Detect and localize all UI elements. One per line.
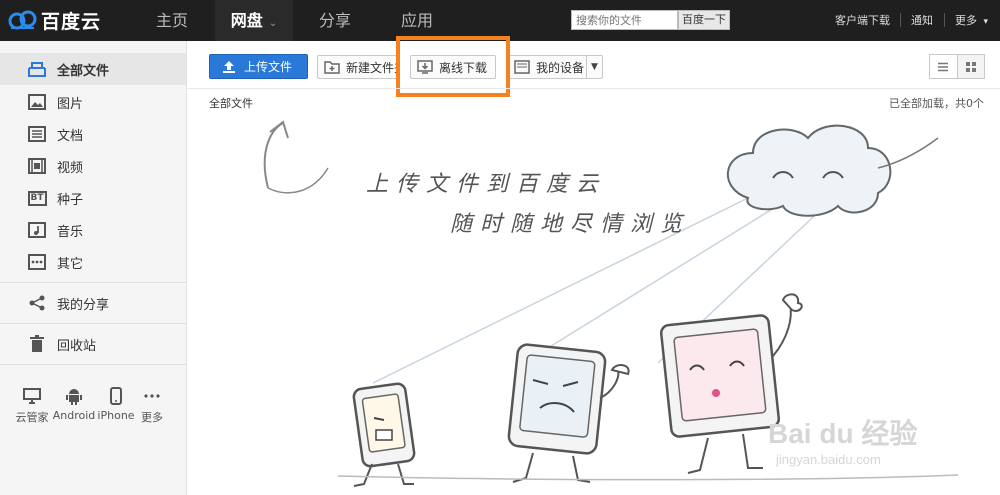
nav-home-label: 主页 [155, 11, 188, 30]
new-folder-label: 新建文件夹 [346, 60, 396, 75]
sidebar-divider [0, 282, 186, 283]
bt-icon: BT [27, 188, 47, 208]
share-icon [27, 293, 47, 313]
sidebar-item-other[interactable]: 其它 [0, 246, 186, 278]
sidebar-item-label: 其它 [57, 256, 84, 272]
image-icon [27, 92, 47, 112]
device-icon [514, 60, 530, 74]
nav-apps[interactable]: 应用 [382, 0, 452, 41]
sidebar-item-label: 文档 [57, 128, 84, 144]
notifications-link[interactable]: 通知 [911, 0, 933, 41]
more-icon [27, 252, 47, 272]
trash-icon [27, 334, 47, 354]
view-mode-toggle [929, 54, 985, 79]
new-folder-button[interactable]: 新建文件夹 [317, 55, 397, 79]
sidebar-item-label: 种子 [57, 192, 84, 208]
grid-view-icon [965, 61, 976, 72]
new-folder-icon [324, 60, 340, 74]
sidebar-item-label: 音乐 [57, 224, 84, 240]
list-view-button[interactable] [930, 55, 958, 78]
divider [900, 13, 901, 27]
device-label: 云管家 [15, 411, 49, 424]
nav-share[interactable]: 分享 [300, 0, 370, 41]
bt-badge: BT [27, 190, 47, 206]
android-icon [52, 386, 96, 406]
more-dots-icon [130, 386, 174, 406]
sidebar-item-torrents[interactable]: BT 种子 [0, 182, 186, 214]
more-menu-link[interactable]: 更多 ▾ [955, 0, 988, 41]
more-menu-label: 更多 [955, 14, 977, 27]
device-more[interactable]: 更多 [130, 386, 174, 425]
document-icon [27, 124, 47, 144]
client-download-link[interactable]: 客户端下载 [835, 0, 890, 41]
cloud-logo-icon [8, 10, 37, 30]
upload-button-label: 上传文件 [244, 60, 293, 74]
nav-apps-label: 应用 [400, 11, 433, 30]
search-input[interactable] [571, 10, 678, 30]
toolbar-divider [188, 88, 1000, 89]
watermark-logo: Bai du 经验 [768, 418, 918, 449]
sidebar: 全部文件 图片 文档 视频 BT 种子 音乐 其它 我的分享 回收站 云管家 A… [0, 41, 187, 495]
device-android[interactable]: Android [52, 386, 96, 422]
brand-name: 百度云 [41, 10, 102, 33]
sidebar-item-documents[interactable]: 文档 [0, 118, 186, 150]
nav-share-label: 分享 [318, 11, 351, 30]
divider [944, 13, 945, 27]
sidebar-item-recycle-bin[interactable]: 回收站 [0, 328, 186, 360]
search-button[interactable]: 百度一下 [678, 10, 730, 30]
sidebar-item-label: 视频 [57, 160, 84, 176]
nav-home[interactable]: 主页 [133, 0, 211, 41]
sidebar-item-label: 全部文件 [57, 63, 110, 79]
music-icon [27, 220, 47, 240]
sidebar-divider [0, 323, 186, 324]
sidebar-item-music[interactable]: 音乐 [0, 214, 186, 246]
upload-file-button[interactable]: 上传文件 [209, 54, 308, 79]
caret-down-icon: ▾ [983, 17, 989, 27]
list-view-icon [938, 62, 949, 71]
my-devices-label: 我的设备 [536, 60, 585, 75]
sidebar-item-all-files[interactable]: 全部文件 [0, 53, 186, 85]
device-cloud-manager[interactable]: 云管家 [10, 386, 54, 425]
device-label: Android [52, 409, 96, 422]
slogan-line-1: 上传文件到百度云 [366, 172, 607, 197]
chevron-down-icon: ⌄ [268, 18, 278, 29]
nav-netdisk[interactable]: 网盘 ⌄ [215, 0, 293, 41]
my-devices-button[interactable]: 我的设备 ▼ [507, 55, 603, 79]
nav-netdisk-label: 网盘 [230, 11, 263, 30]
sidebar-item-my-shares[interactable]: 我的分享 [0, 287, 186, 319]
grid-view-button[interactable] [958, 55, 985, 78]
baidu-cloud-logo[interactable]: 百度云 [8, 6, 101, 34]
sidebar-item-label: 回收站 [57, 338, 97, 354]
monitor-icon [10, 386, 54, 406]
sidebar-divider [0, 364, 186, 365]
sidebar-item-videos[interactable]: 视频 [0, 150, 186, 182]
sidebar-item-label: 图片 [57, 96, 84, 112]
slogan-line-2: 随时随地尽情浏览 [450, 212, 691, 237]
sidebar-item-label: 我的分享 [57, 297, 110, 313]
dropdown-caret-icon[interactable]: ▼ [586, 56, 602, 78]
top-navigation-bar: 百度云 主页 网盘 ⌄ 分享 应用 百度一下 客户端下载 通知 更多 ▾ [0, 0, 1000, 41]
folder-icon [27, 59, 47, 79]
film-icon [27, 156, 47, 176]
device-label: 更多 [141, 411, 163, 424]
watermark-url: jingyan.baidu.com [776, 452, 881, 467]
sidebar-item-images[interactable]: 图片 [0, 86, 186, 118]
upload-icon [222, 60, 236, 74]
